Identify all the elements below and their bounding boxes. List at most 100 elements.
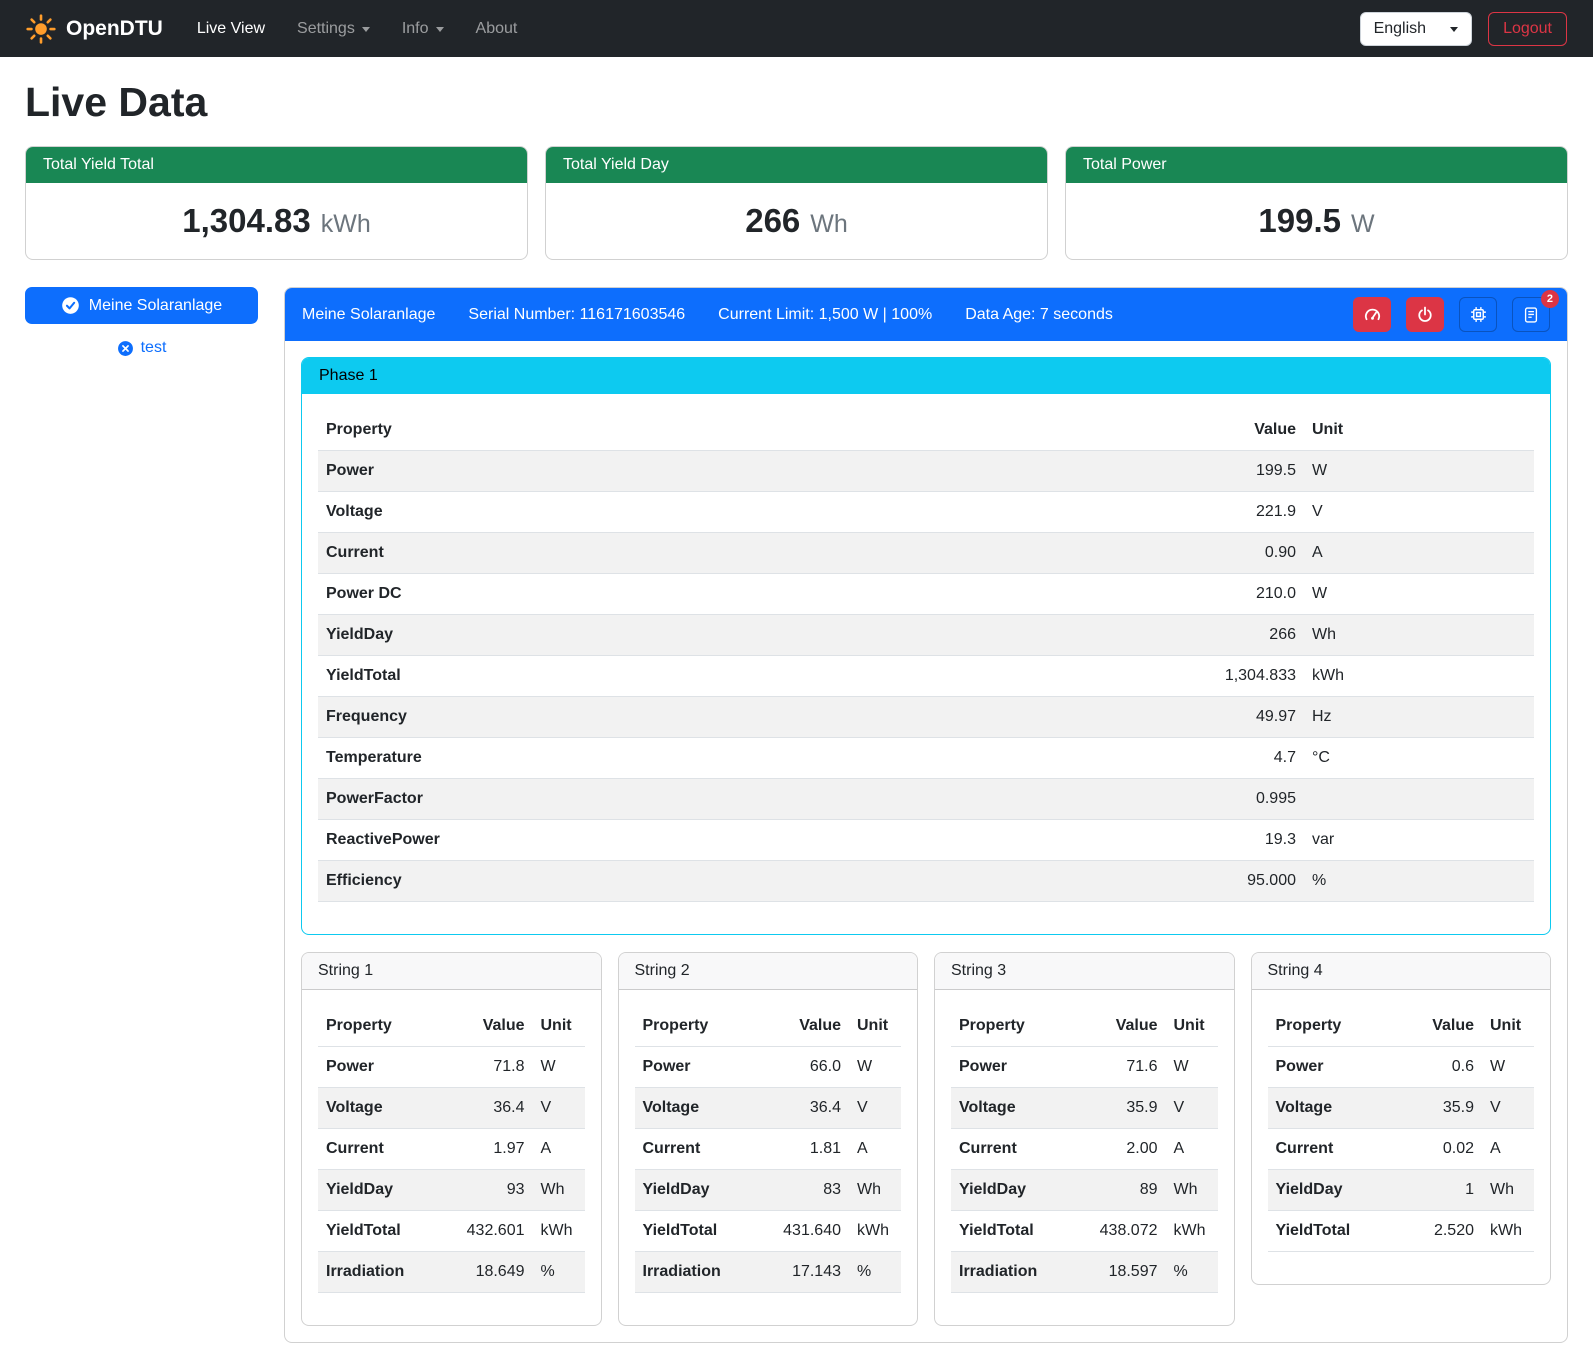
- value-column-header: Value: [1078, 1006, 1166, 1047]
- event-log-button[interactable]: 2: [1512, 297, 1550, 332]
- property-cell: Temperature: [318, 738, 1154, 779]
- power-button[interactable]: [1406, 297, 1444, 332]
- x-circle-icon[interactable]: [117, 340, 134, 357]
- table-row: Current0.90A: [318, 533, 1534, 574]
- property-cell: Irradiation: [318, 1252, 445, 1293]
- table-row: Voltage35.9V: [951, 1088, 1218, 1129]
- value-cell: 83: [761, 1170, 849, 1211]
- property-column-header: Property: [1268, 1006, 1395, 1047]
- value-cell: 2.520: [1394, 1211, 1482, 1252]
- language-value: English: [1374, 20, 1426, 38]
- unit-cell: A: [1304, 533, 1534, 574]
- power-icon: [1416, 306, 1434, 324]
- string-3-card: String 3 Property Value Unit: [934, 952, 1235, 1326]
- value-cell: 36.4: [761, 1088, 849, 1129]
- logout-button[interactable]: Logout: [1488, 12, 1567, 46]
- table-header-row: Property Value Unit: [318, 1006, 585, 1047]
- table-row: Voltage221.9V: [318, 492, 1534, 533]
- phase-table: Property Value Unit Power199.5WVoltage22…: [318, 410, 1534, 902]
- chevron-down-icon: [1450, 27, 1458, 32]
- chevron-down-icon: [436, 27, 444, 32]
- test-link[interactable]: test: [141, 339, 167, 357]
- language-select[interactable]: English: [1360, 12, 1472, 46]
- unit-column-header: Unit: [1166, 1006, 1218, 1047]
- table-row: Current0.02A: [1268, 1129, 1535, 1170]
- string-body: Property Value Unit Power71.6WVoltage35.…: [935, 990, 1234, 1325]
- property-cell: Irradiation: [635, 1252, 762, 1293]
- table-row: Current2.00A: [951, 1129, 1218, 1170]
- nav-live-view[interactable]: Live View: [181, 12, 281, 46]
- device-info-button[interactable]: [1459, 297, 1497, 332]
- table-row: Frequency49.97Hz: [318, 697, 1534, 738]
- app-brand[interactable]: OpenDTU: [26, 14, 163, 44]
- value-cell: 17.143: [761, 1252, 849, 1293]
- unit-cell: °C: [1304, 738, 1534, 779]
- card-title: Total Yield Total: [26, 147, 527, 183]
- value-column-header: Value: [1394, 1006, 1482, 1047]
- property-cell: Power: [635, 1047, 762, 1088]
- check-circle-icon: [61, 296, 80, 315]
- nav-info[interactable]: Info: [386, 12, 460, 46]
- card-unit: Wh: [810, 210, 848, 238]
- test-item: test: [25, 339, 258, 357]
- value-cell: 0.90: [1154, 533, 1304, 574]
- property-cell: Current: [318, 533, 1154, 574]
- table-head: Property Value Unit: [318, 1006, 585, 1047]
- table-head: Property Value Unit: [1268, 1006, 1535, 1047]
- table-head: Property Value Unit: [951, 1006, 1218, 1047]
- value-cell: 199.5: [1154, 451, 1304, 492]
- inverter-select-button[interactable]: Meine Solaranlage: [25, 287, 258, 324]
- value-cell: 18.597: [1078, 1252, 1166, 1293]
- data-age: Data Age: 7 seconds: [965, 306, 1113, 324]
- unit-cell: kWh: [1304, 656, 1534, 697]
- property-cell: YieldTotal: [635, 1211, 762, 1252]
- table-row: Power DC210.0W: [318, 574, 1534, 615]
- unit-cell: V: [1304, 492, 1534, 533]
- serial-number: Serial Number: 116171603546: [468, 306, 685, 324]
- nav-settings[interactable]: Settings: [281, 12, 386, 46]
- string-body: Property Value Unit Power71.8WVoltage36.…: [302, 990, 601, 1325]
- table-body: Power71.8WVoltage36.4VCurrent1.97AYieldD…: [318, 1047, 585, 1293]
- property-cell: Power DC: [318, 574, 1154, 615]
- unit-cell: [1304, 779, 1534, 820]
- unit-cell: V: [1482, 1088, 1534, 1129]
- value-column-header: Value: [1154, 410, 1304, 451]
- table-row: YieldDay266Wh: [318, 615, 1534, 656]
- table-row: Current1.81A: [635, 1129, 902, 1170]
- page-title: Live Data: [25, 79, 1568, 126]
- speedometer-icon: [1363, 305, 1382, 324]
- table-body: Power66.0WVoltage36.4VCurrent1.81AYieldD…: [635, 1047, 902, 1293]
- panel-actions: 2: [1353, 297, 1550, 332]
- property-cell: Voltage: [318, 492, 1154, 533]
- table-head: Property Value Unit: [318, 410, 1534, 451]
- table-body: Power199.5WVoltage221.9VCurrent0.90APowe…: [318, 451, 1534, 902]
- unit-cell: kWh: [533, 1211, 585, 1252]
- table-body: Power71.6WVoltage35.9VCurrent2.00AYieldD…: [951, 1047, 1218, 1293]
- value-cell: 2.00: [1078, 1129, 1166, 1170]
- value-cell: 266: [1154, 615, 1304, 656]
- table-row: YieldTotal431.640kWh: [635, 1211, 902, 1252]
- table-row: Power0.6W: [1268, 1047, 1535, 1088]
- value-cell: 438.072: [1078, 1211, 1166, 1252]
- value-cell: 95.000: [1154, 861, 1304, 902]
- property-cell: Efficiency: [318, 861, 1154, 902]
- limit-settings-button[interactable]: [1353, 297, 1391, 332]
- string-body: Property Value Unit Power0.6WVoltage35.9…: [1252, 990, 1551, 1284]
- table-row: PowerFactor0.995: [318, 779, 1534, 820]
- property-cell: Current: [1268, 1129, 1395, 1170]
- nav-about[interactable]: About: [460, 12, 534, 46]
- brand-label: OpenDTU: [66, 17, 163, 41]
- table-body: Power0.6WVoltage35.9VCurrent0.02AYieldDa…: [1268, 1047, 1535, 1252]
- property-cell: Current: [318, 1129, 445, 1170]
- value-cell: 35.9: [1394, 1088, 1482, 1129]
- value-cell: 93: [445, 1170, 533, 1211]
- value-cell: 1: [1394, 1170, 1482, 1211]
- summary-cards: Total Yield Total 1,304.83kWh Total Yiel…: [25, 146, 1568, 260]
- top-navbar: OpenDTU Live View Settings Info About En…: [0, 0, 1593, 57]
- value-column-header: Value: [761, 1006, 849, 1047]
- table-row: Power66.0W: [635, 1047, 902, 1088]
- property-cell: Voltage: [635, 1088, 762, 1129]
- unit-cell: W: [1166, 1047, 1218, 1088]
- table-row: Voltage35.9V: [1268, 1088, 1535, 1129]
- journal-text-icon: [1522, 306, 1540, 324]
